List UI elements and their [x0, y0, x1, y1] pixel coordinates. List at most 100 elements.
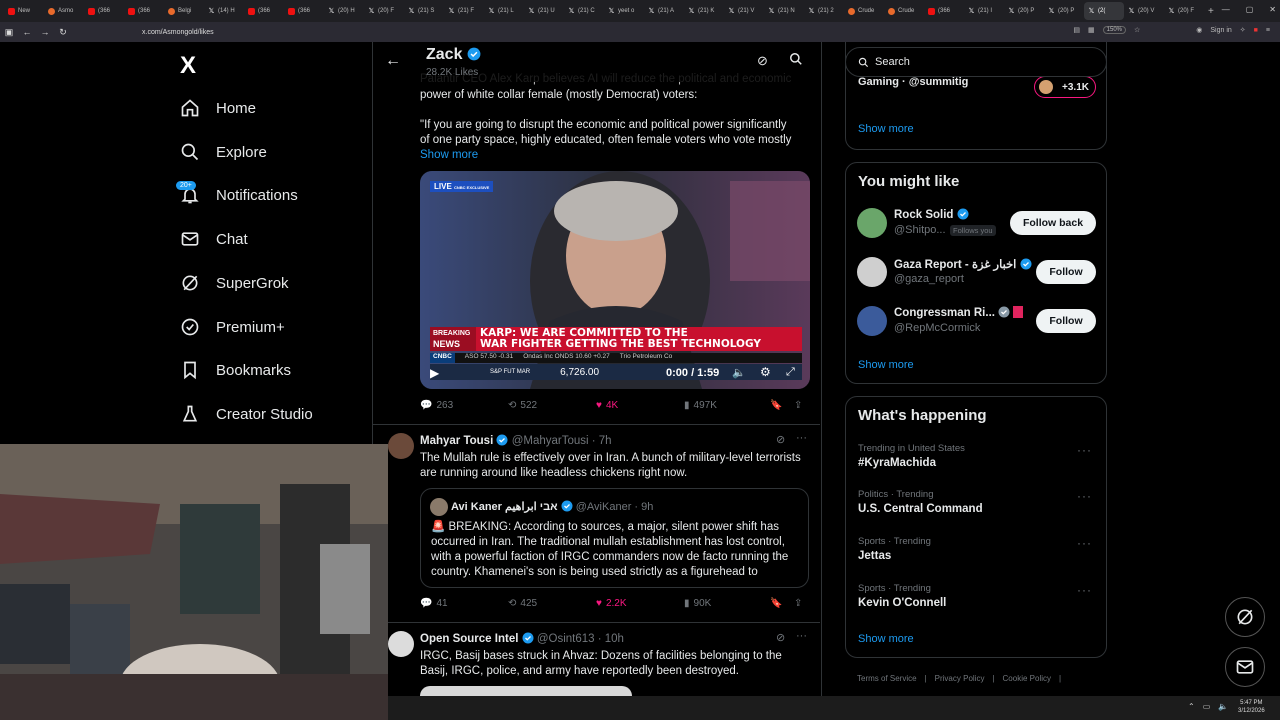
- fullscreen-icon[interactable]: ⤢: [786, 366, 795, 379]
- footer-privacy-link[interactable]: Privacy Policy: [935, 674, 985, 683]
- avatar[interactable]: [857, 208, 887, 238]
- bookmark-button[interactable]: 🔖: [770, 400, 794, 411]
- trend-name[interactable]: Kevin O'Connell: [858, 597, 946, 609]
- volume-icon[interactable]: 🔈: [732, 366, 746, 379]
- grok-floating-button[interactable]: [1225, 597, 1265, 637]
- suggestion-name[interactable]: Rock Solid: [894, 209, 953, 221]
- browser-tab[interactable]: Belgi: [164, 2, 204, 20]
- trend-name[interactable]: #KyraMachida: [858, 457, 936, 469]
- reload-icon[interactable]: ↻: [54, 27, 72, 38]
- post2-handle[interactable]: @MahyarTousi · 7h: [512, 435, 612, 447]
- browser-tab[interactable]: 𝕏 (20) H: [324, 2, 364, 20]
- search-icon[interactable]: [789, 52, 803, 71]
- browser-tab[interactable]: 𝕏 (21) S: [404, 2, 444, 20]
- back-icon[interactable]: ←: [18, 27, 36, 37]
- grok-icon[interactable]: ⊘: [776, 433, 785, 446]
- quoted-post[interactable]: Avi Kaner אבי ابراهيم @AviKaner · 9h 🚨 B…: [420, 488, 809, 588]
- messages-floating-button[interactable]: [1225, 647, 1265, 687]
- follow-button[interactable]: Follow: [1036, 260, 1096, 284]
- top-card-show-more[interactable]: Show more: [858, 123, 914, 135]
- close-icon[interactable]: ✕: [1269, 5, 1276, 14]
- browser-tab[interactable]: 𝕏 (14) H: [204, 2, 244, 20]
- browser-tab[interactable]: Crude: [884, 2, 924, 20]
- browser-tab[interactable]: 𝕏 (21) F: [444, 2, 484, 20]
- follow-button[interactable]: Follow: [1036, 309, 1096, 333]
- browser-tab[interactable]: 𝕏 (21) L: [484, 2, 524, 20]
- avatar[interactable]: [388, 631, 414, 657]
- you-might-like-show-more[interactable]: Show more: [858, 359, 914, 371]
- browser-tab[interactable]: 𝕏 (20) F: [364, 2, 404, 20]
- grok-icon[interactable]: ⊘: [757, 53, 768, 69]
- menu-icon[interactable]: ≡: [1266, 27, 1270, 34]
- browser-tab[interactable]: 𝕏 (21) N: [764, 2, 804, 20]
- browser-tab[interactable]: (366: [84, 2, 124, 20]
- reply-button[interactable]: 💬 263: [420, 400, 508, 411]
- footer-terms-link[interactable]: Terms of Service: [857, 674, 917, 683]
- screenshot-icon[interactable]: ▦: [1088, 26, 1095, 34]
- whats-happening-show-more[interactable]: Show more: [858, 633, 914, 645]
- share-button[interactable]: ⇪: [794, 598, 802, 609]
- speaker-icon[interactable]: 🔈: [1218, 702, 1228, 711]
- browser-tab[interactable]: 𝕏 (2(: [1084, 2, 1124, 20]
- trend-name[interactable]: U.S. Central Command: [858, 503, 983, 515]
- follow-back-button[interactable]: Follow back: [1010, 211, 1096, 235]
- account-icon[interactable]: ◉: [1196, 26, 1202, 34]
- grok-icon[interactable]: ⊘: [776, 631, 785, 644]
- browser-tab[interactable]: 𝕏 (20) P: [1044, 2, 1084, 20]
- browser-tab[interactable]: 𝕏 (21) I: [964, 2, 1004, 20]
- tray-chevron-icon[interactable]: ⌃: [1188, 702, 1195, 711]
- suggestion-name[interactable]: Gaza Report - اخبار غزة: [894, 259, 1016, 271]
- avatar[interactable]: [857, 306, 887, 336]
- footer-cookie-link[interactable]: Cookie Policy: [1003, 674, 1051, 683]
- avatar[interactable]: [857, 257, 887, 287]
- zoom-level[interactable]: 150%: [1102, 26, 1126, 34]
- browser-tab[interactable]: New: [4, 2, 44, 20]
- x-logo[interactable]: X: [180, 52, 196, 80]
- nav-notifications[interactable]: Notifications: [178, 180, 298, 210]
- more-icon[interactable]: ···: [796, 630, 807, 642]
- more-icon[interactable]: ···: [796, 432, 807, 444]
- trend-more-icon[interactable]: ···: [1077, 536, 1092, 550]
- nav-bookmarks[interactable]: Bookmarks: [178, 355, 291, 385]
- forward-icon[interactable]: →: [36, 27, 54, 37]
- browser-tab[interactable]: 𝕏 (21) K: [684, 2, 724, 20]
- browser-tab[interactable]: (366: [244, 2, 284, 20]
- browser-tab[interactable]: Crude: [844, 2, 884, 20]
- browser-tab[interactable]: 𝕏 (20) F: [1164, 2, 1204, 20]
- browser-tab[interactable]: (366: [284, 2, 324, 20]
- post3-author-name[interactable]: Open Source Intel: [420, 633, 518, 645]
- browser-tab[interactable]: (366: [924, 2, 964, 20]
- extension-red-icon[interactable]: ■: [1254, 27, 1258, 34]
- suggestion-name[interactable]: Congressman Ri...: [894, 307, 995, 319]
- browser-tab[interactable]: 𝕏yeet o: [604, 2, 644, 20]
- browser-tab[interactable]: 𝕏 (20) P: [1004, 2, 1044, 20]
- sidebar-toggle-icon[interactable]: ▣: [0, 27, 18, 38]
- back-arrow-icon[interactable]: ←: [385, 52, 401, 70]
- browser-tab[interactable]: 𝕏 (21) C: [564, 2, 604, 20]
- browser-tab[interactable]: Asmo: [44, 2, 84, 20]
- nav-creator-studio[interactable]: Creator Studio: [178, 399, 313, 429]
- nav-supergrok[interactable]: SuperGrok: [178, 268, 289, 298]
- share-button[interactable]: ⇪: [794, 400, 802, 411]
- search-input[interactable]: Search: [845, 47, 1107, 77]
- bookmark-star-icon[interactable]: ☆: [1134, 26, 1140, 34]
- like-button[interactable]: ♥ 2.2K: [596, 598, 684, 609]
- trend-more-icon[interactable]: ···: [1077, 583, 1092, 597]
- browser-tab[interactable]: (366: [124, 2, 164, 20]
- address-bar[interactable]: x.com/Asmongold/likes: [142, 29, 214, 36]
- browser-tab[interactable]: 𝕏 (21) V: [724, 2, 764, 20]
- minimize-icon[interactable]: —: [1222, 5, 1230, 14]
- post1-video[interactable]: LIVE CNBC EXCLUSIVE BREAKING NEWS KARP: …: [420, 171, 810, 389]
- clock[interactable]: 5:47 PM 3/12/2026: [1238, 699, 1265, 715]
- views-button[interactable]: ▮ 90K: [684, 598, 770, 609]
- views-button[interactable]: ▮ 497K: [684, 400, 770, 411]
- repost-button[interactable]: ⟲ 522: [508, 400, 596, 411]
- nav-home[interactable]: Home: [178, 93, 256, 123]
- browser-tab[interactable]: 𝕏 (21) A: [644, 2, 684, 20]
- repost-button[interactable]: ⟲ 425: [508, 598, 596, 609]
- play-icon[interactable]: ▶: [430, 366, 439, 380]
- reply-button[interactable]: 💬 41: [420, 598, 508, 609]
- nav-chat[interactable]: Chat: [178, 224, 248, 254]
- browser-tab[interactable]: 𝕏 (20) V: [1124, 2, 1164, 20]
- post2-author-name[interactable]: Mahyar Tousi: [420, 435, 493, 447]
